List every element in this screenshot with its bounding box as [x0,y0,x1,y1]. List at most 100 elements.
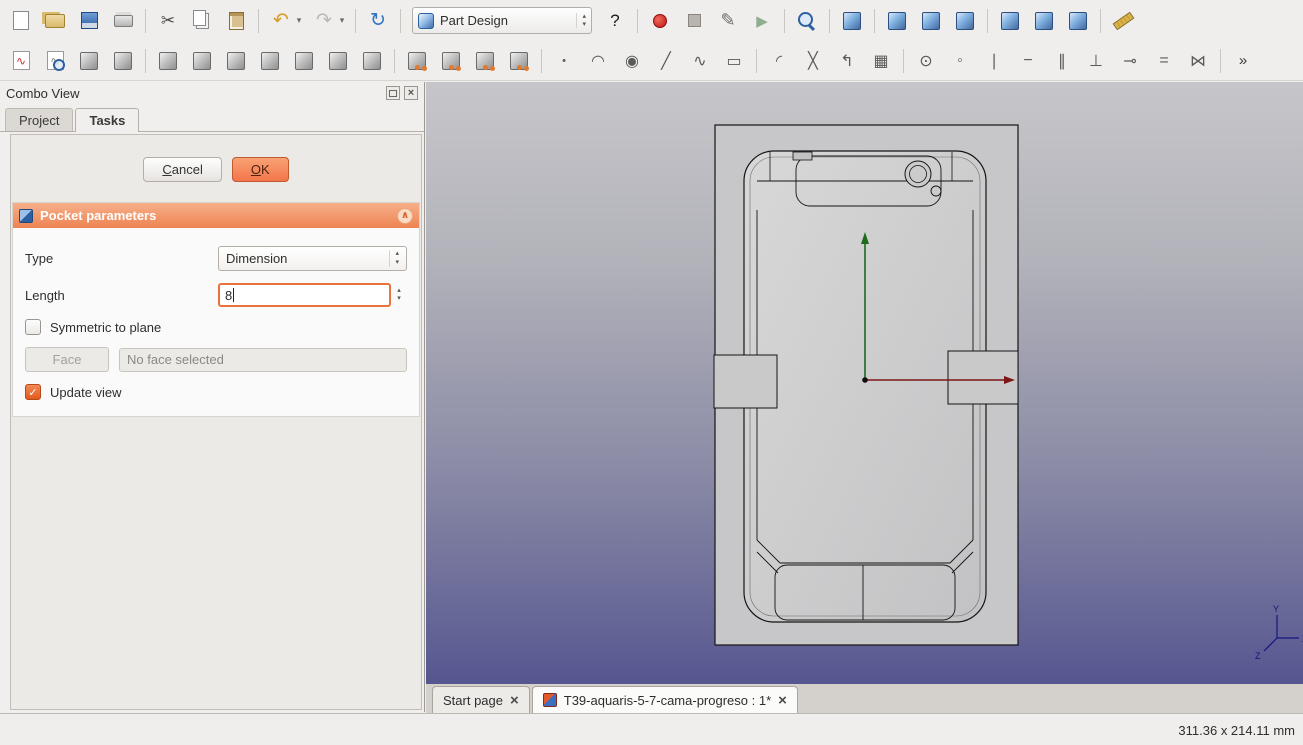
draft-icon[interactable] [358,47,386,75]
chamfer-icon[interactable] [324,47,352,75]
sketch-trim-icon[interactable]: ╳ [799,47,827,75]
toolbar-separator [541,48,542,73]
fillet-tool-icon[interactable] [290,47,318,75]
sketch-line-icon[interactable]: ╱ [652,47,680,75]
whats-this-icon[interactable]: ? [601,7,629,35]
constraint-equal-icon[interactable]: = [1150,47,1178,75]
groove-icon[interactable] [256,47,284,75]
macro-record-icon[interactable] [646,7,674,35]
close-tab-icon[interactable] [510,693,519,708]
save-document-icon[interactable] [75,7,103,35]
pocket-parameters-body: Type Dimension ▴ ▾ Length 8 ▴ ▾ Symmetri… [13,228,419,416]
model-left-tab[interactable] [713,354,778,409]
sketch-fillet-icon[interactable]: ◜ [765,47,793,75]
pad-icon[interactable] [154,47,182,75]
type-label: Type [25,251,54,266]
view-front-icon[interactable] [883,7,911,35]
multitransform-icon[interactable] [505,47,533,75]
sketch-arc-icon[interactable]: ◠ [584,47,612,75]
origin-point [862,377,868,383]
macro-edit-icon[interactable]: ✎ [714,7,742,35]
collapse-section-icon[interactable]: ∧ [397,207,413,224]
face-button[interactable]: Face [25,347,109,372]
map-sketch-icon[interactable] [75,47,103,75]
view-bottom-icon[interactable] [1030,7,1058,35]
redo-dropdown-icon[interactable]: ▾ [337,7,347,35]
view-right-icon[interactable] [951,7,979,35]
edit-sketch-icon[interactable] [41,47,69,75]
constraint-parallel-icon[interactable]: ∥ [1048,47,1076,75]
pocket-tool-icon[interactable] [188,47,216,75]
copy-icon[interactable] [188,7,216,35]
macro-execute-icon[interactable]: ▶ [748,7,776,35]
workbench-selector-spinner[interactable]: ▴ ▾ [576,12,586,29]
undo-dropdown-icon[interactable]: ▾ [294,7,304,35]
ok-button[interactable]: OK [231,157,289,182]
view-rear-icon[interactable] [996,7,1024,35]
constraint-coincident-icon[interactable]: ⊙ [912,47,940,75]
model-canvas: Y X Z [713,124,1303,661]
tab-tasks[interactable]: Tasks [75,108,140,132]
axis-label-y: Y [1273,604,1279,614]
linear-pattern-icon[interactable] [437,47,465,75]
macro-stop-icon[interactable] [680,7,708,35]
create-sketch-icon[interactable] [7,47,35,75]
update-view-checkbox[interactable] [25,384,41,400]
length-spinner[interactable]: ▴ ▾ [391,287,407,304]
symmetric-checkbox[interactable] [25,319,41,335]
length-input[interactable]: 8 [218,283,391,307]
constraint-symmetric-icon[interactable]: ⋈ [1184,47,1212,75]
sketch-circle-icon[interactable]: ◉ [618,47,646,75]
sketch-point-icon[interactable]: • [550,47,578,75]
mirrored-icon[interactable] [403,47,431,75]
constraint-tangent-icon[interactable]: ⊸ [1116,47,1144,75]
sketch-rectangle-icon[interactable]: ▭ [720,47,748,75]
polar-pattern-icon[interactable] [471,47,499,75]
workbench-selector[interactable]: Part Design ▴ ▾ [412,7,592,34]
print-icon[interactable] [109,7,137,35]
refresh-icon[interactable]: ↻ [364,7,392,35]
open-document-icon[interactable] [41,7,69,35]
constraint-vertical-icon[interactable]: ∣ [980,47,1008,75]
close-panel-icon[interactable] [404,86,418,100]
pocket-icon [19,208,33,223]
tab-project[interactable]: Project [5,108,74,131]
sketch-polyline-icon[interactable]: ∿ [686,47,714,75]
external-geometry-icon[interactable]: ↰ [833,47,861,75]
toolbar-overflow-icon[interactable]: » [1229,47,1257,75]
statusbar: 311.36 x 214.11 mm [0,713,1303,745]
pocket-parameters-header[interactable]: Pocket parameters ∧ [13,203,419,228]
constraint-horizontal-icon[interactable]: − [1014,47,1042,75]
document-tabbar: Start page T39-aquaris-5-7-cama-progreso… [426,684,1303,713]
3d-viewport[interactable]: Y X Z [426,82,1303,684]
cut-icon[interactable]: ✂ [154,7,182,35]
toolbar-separator [258,8,259,33]
revolution-icon[interactable] [222,47,250,75]
new-document-icon[interactable] [7,7,35,35]
redo-icon[interactable]: ↷ [310,7,338,35]
status-dimensions: 311.36 x 214.11 mm [1178,723,1295,738]
toolbar-separator [394,48,395,73]
construction-mode-icon[interactable]: ▦ [867,47,895,75]
float-panel-icon[interactable] [386,86,400,100]
reorient-sketch-icon[interactable] [109,47,137,75]
face-selection-field: No face selected [119,347,407,372]
cancel-button[interactable]: Cancel [143,157,222,182]
view-axonometric-icon[interactable] [838,7,866,35]
tab-document[interactable]: T39-aquaris-5-7-cama-progreso : 1* [531,686,798,713]
constraint-perpendicular-icon[interactable]: ⊥ [1082,47,1110,75]
view-top-icon[interactable] [917,7,945,35]
measure-distance-icon[interactable] [1109,7,1137,35]
type-select[interactable]: Dimension ▴ ▾ [218,246,407,271]
close-tab-icon[interactable] [778,693,787,708]
type-select-value: Dimension [226,251,288,266]
model-flash-hole [930,185,942,197]
type-select-spinner-icon[interactable]: ▴ ▾ [389,250,399,267]
undo-icon[interactable]: ↶ [267,7,295,35]
tab-start-page[interactable]: Start page [432,686,530,713]
paste-icon[interactable] [222,7,250,35]
view-left-icon[interactable] [1064,7,1092,35]
toolbar-separator [145,8,146,33]
fit-all-icon[interactable] [793,7,821,35]
constraint-lock-icon[interactable]: ◦ [946,47,974,75]
